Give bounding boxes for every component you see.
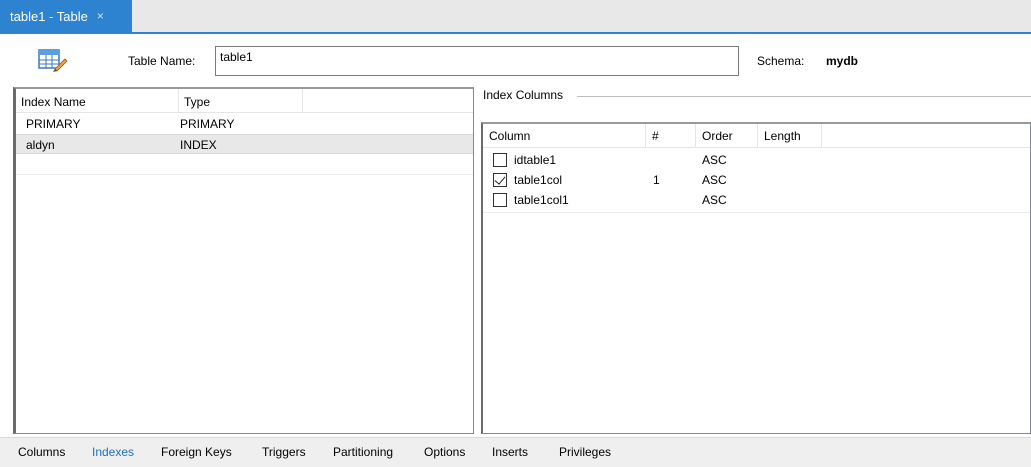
table-edit-icon (38, 49, 68, 72)
tab-inserts[interactable]: Inserts (492, 445, 528, 459)
schema-label: Schema: (757, 54, 805, 68)
column-order-cell[interactable]: ASC (702, 173, 727, 187)
column-header-length[interactable]: Length (758, 124, 822, 148)
index-name-cell: aldyn (26, 138, 55, 152)
column-header-type[interactable]: Type (179, 89, 303, 113)
index-type-cell: INDEX (180, 138, 217, 152)
column-header-order[interactable]: Order (696, 124, 758, 148)
indexes-grid[interactable]: Index Name Type PRIMARY PRIMARY aldyn IN… (13, 87, 474, 434)
index-column-row[interactable]: idtable1 ASC (483, 150, 1030, 170)
column-header-column[interactable]: Column (483, 124, 646, 148)
column-header-number[interactable]: # (646, 124, 696, 148)
index-columns-grid[interactable]: Column # Order Length idtable1 ASC table… (481, 122, 1031, 434)
column-header-index-name[interactable]: Index Name (16, 89, 179, 113)
tab-indexes[interactable]: Indexes (92, 445, 134, 459)
schema-value: mydb (826, 54, 859, 68)
index-column-row[interactable]: table1col 1 ASC (483, 170, 1030, 190)
index-row-aldyn[interactable]: aldyn INDEX (16, 134, 473, 154)
table-header: Table Name: table1 Schema: mydb (0, 34, 1031, 86)
index-name-cell: PRIMARY (26, 117, 81, 131)
index-columns-panel: Index Columns Column # Order Length idta… (481, 87, 1031, 434)
column-name-cell: table1col1 (514, 193, 569, 207)
group-divider (577, 96, 1031, 97)
indexes-grid-header: Index Name Type (16, 89, 473, 113)
column-checkbox[interactable] (493, 153, 507, 167)
table-name-input[interactable]: table1 (215, 46, 739, 76)
column-checkbox[interactable] (493, 173, 507, 187)
tab-columns[interactable]: Columns (18, 445, 65, 459)
document-tab-title: table1 - Table (10, 8, 88, 24)
column-order-cell[interactable]: ASC (702, 153, 727, 167)
index-type-cell: PRIMARY (180, 117, 235, 131)
tab-foreign-keys[interactable]: Foreign Keys (161, 445, 232, 459)
column-checkbox[interactable] (493, 193, 507, 207)
editor-tabs: Columns Indexes Foreign Keys Triggers Pa… (0, 437, 1031, 467)
index-columns-title: Index Columns (483, 88, 570, 102)
column-name-cell: idtable1 (514, 153, 557, 167)
row-divider (483, 212, 1030, 213)
tab-triggers[interactable]: Triggers (262, 445, 306, 459)
document-tab-strip: table1 - Table × (0, 0, 1031, 32)
document-tab[interactable]: table1 - Table × (0, 0, 132, 32)
index-columns-header: Column # Order Length (483, 124, 1030, 148)
index-row-primary[interactable]: PRIMARY PRIMARY (16, 114, 473, 134)
index-column-row[interactable]: table1col1 ASC (483, 190, 1030, 210)
tab-partitioning[interactable]: Partitioning (333, 445, 393, 459)
table-name-label: Table Name: (128, 54, 196, 68)
tab-options[interactable]: Options (424, 445, 465, 459)
row-divider (16, 174, 473, 175)
column-number-cell: 1 (653, 173, 660, 187)
column-name-cell: table1col (514, 173, 563, 187)
column-order-cell[interactable]: ASC (702, 193, 727, 207)
close-icon[interactable]: × (97, 9, 104, 23)
tab-privileges[interactable]: Privileges (559, 445, 611, 459)
